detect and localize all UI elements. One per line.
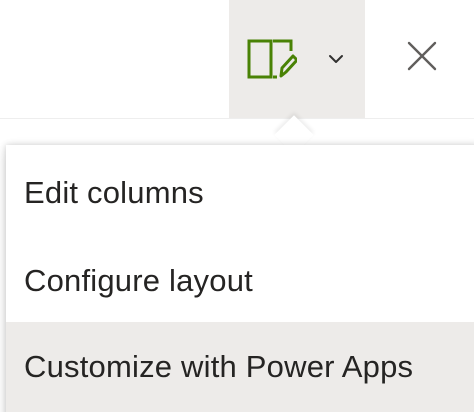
close-icon [407, 41, 437, 71]
close-button[interactable] [396, 30, 448, 82]
menu-item-configure-layout[interactable]: Configure layout [6, 237, 474, 325]
menu-item-customize-with-power-apps[interactable]: Customize with Power Apps [6, 322, 474, 412]
edit-form-dropdown-button[interactable] [229, 0, 365, 118]
list-form-panel: Edit columns Configure layout Customize … [0, 0, 474, 412]
menu-item-edit-columns[interactable]: Edit columns [6, 149, 474, 237]
menu-item-label: Edit columns [24, 175, 204, 210]
edit-form-icon [247, 38, 299, 82]
chevron-down-icon [327, 50, 345, 68]
panel-header [0, 0, 474, 119]
menu-item-label: Customize with Power Apps [24, 349, 414, 384]
form-options-menu: Edit columns Configure layout Customize … [6, 145, 474, 412]
menu-item-label: Configure layout [24, 263, 253, 298]
